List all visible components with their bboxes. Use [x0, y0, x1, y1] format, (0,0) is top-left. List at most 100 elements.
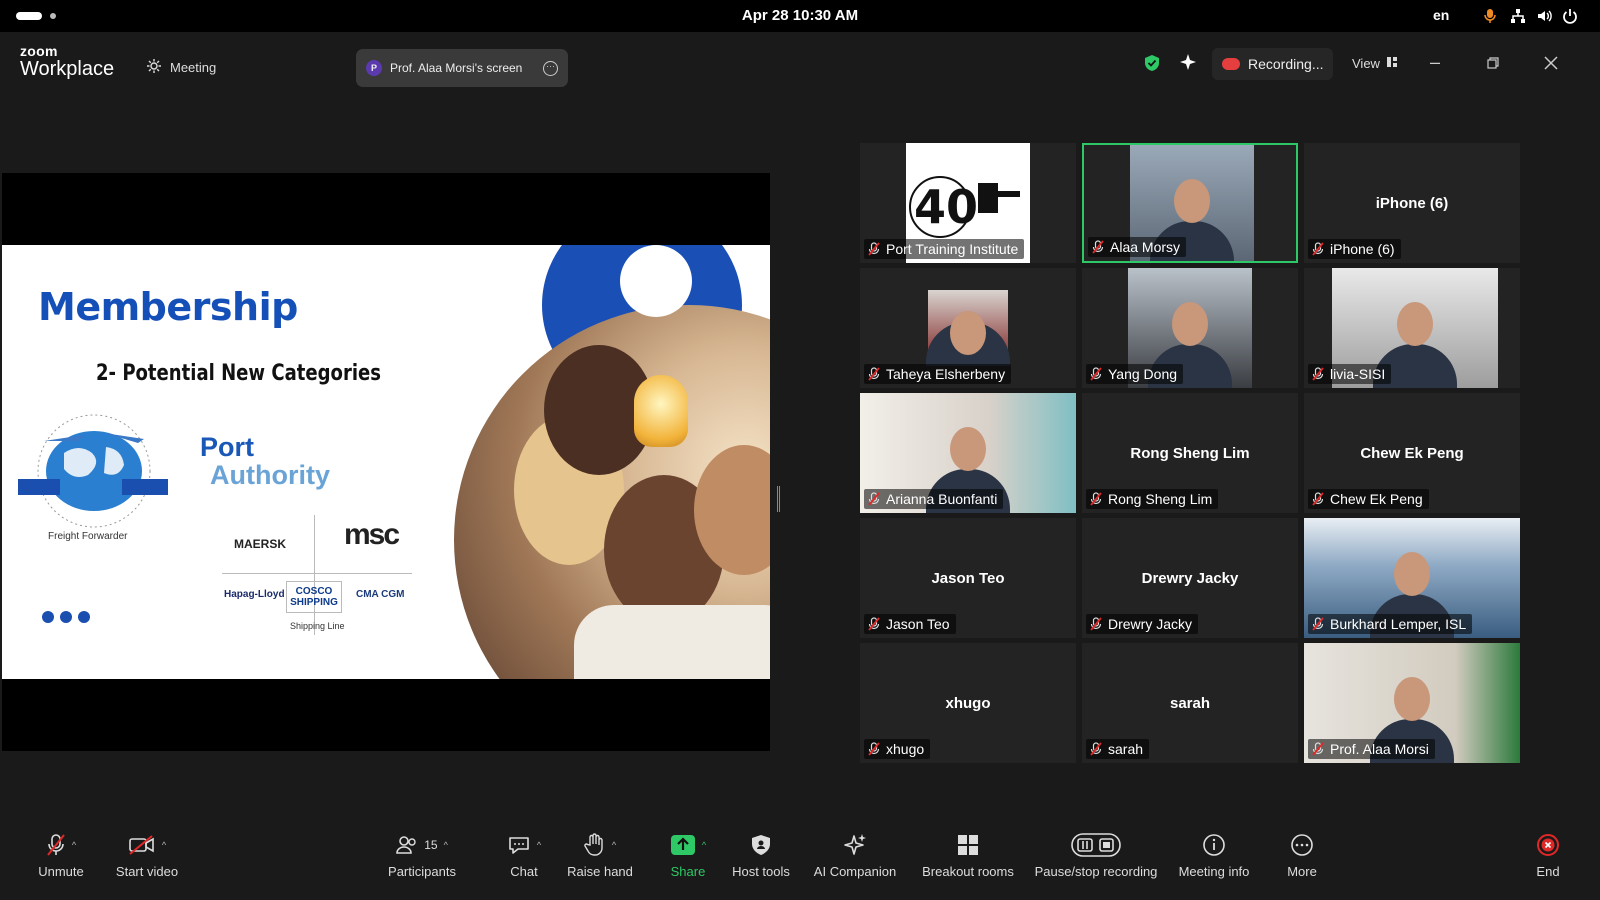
hapag-lloyd-logo: Hapag-Lloyd: [224, 589, 285, 600]
participant-tile[interactable]: xhugo xhugo: [860, 643, 1076, 763]
shared-screen-label: Prof. Alaa Morsi's screen: [390, 61, 523, 75]
os-clock[interactable]: Apr 28 10:30 AM: [0, 7, 1600, 24]
hand-icon: [584, 833, 603, 856]
end-x-icon: [1537, 834, 1559, 856]
pause-recording-button[interactable]: Pause/stop recording: [1034, 830, 1158, 879]
participant-name: xhugo: [886, 741, 925, 757]
chat-button[interactable]: ^ Chat: [496, 830, 552, 879]
port-authority-heading: Port Authority: [200, 433, 330, 489]
minimize-button[interactable]: –: [1430, 52, 1440, 73]
participant-name-tag: Jason Teo: [864, 614, 956, 634]
meeting-info-button[interactable]: Meeting info: [1172, 830, 1256, 879]
unmute-button[interactable]: ^ Unmute: [26, 830, 96, 879]
end-meeting-button[interactable]: End: [1530, 830, 1566, 879]
share-screen-icon: [670, 835, 695, 855]
participant-tile[interactable]: 40 Port Training Institute: [860, 143, 1076, 263]
chevron-up-icon[interactable]: ^: [72, 840, 76, 850]
meeting-tab-label: Meeting: [170, 60, 217, 75]
mic-muted-icon: [1090, 742, 1102, 756]
split-view-handle[interactable]: [777, 486, 780, 512]
participants-count: 15: [424, 838, 438, 852]
participant-name: Drewry Jacky: [1108, 616, 1193, 632]
encryption-shield-icon[interactable]: [1144, 54, 1160, 72]
volume-icon[interactable]: [1534, 6, 1554, 26]
participant-display-name: xhugo: [945, 695, 991, 712]
participant-tile[interactable]: Jason Teo Jason Teo: [860, 518, 1076, 638]
zoom-titlebar: zoom Workplace Meeting P Prof. Alaa Mors…: [0, 32, 1600, 100]
mic-muted-icon: [1312, 617, 1324, 631]
mic-muted-icon: [1090, 617, 1102, 631]
share-button[interactable]: ^ Share: [660, 830, 716, 879]
mic-muted-icon: [47, 834, 65, 856]
chevron-up-icon[interactable]: ^: [537, 840, 541, 850]
participant-tile[interactable]: Taheya Elsherbeny: [860, 268, 1076, 388]
participant-name: Arianna Buonfanti: [886, 491, 998, 507]
more-dots-icon: [1291, 834, 1313, 856]
participant-name-tag: Burkhard Lemper, ISL: [1308, 614, 1473, 634]
info-icon: [1203, 834, 1225, 856]
video-off-icon: [129, 835, 154, 855]
chat-icon: [509, 837, 529, 854]
participants-label: Participants: [388, 864, 456, 879]
participant-name: Burkhard Lemper, ISL: [1330, 616, 1467, 632]
keyboard-language[interactable]: en: [1433, 7, 1449, 23]
mic-muted-icon: [868, 492, 880, 506]
network-icon[interactable]: [1508, 6, 1528, 26]
mic-muted-icon: [868, 367, 880, 381]
participant-name: Yang Dong: [1108, 366, 1178, 382]
participant-tile[interactable]: Alaa Morsy: [1082, 143, 1298, 263]
power-icon[interactable]: [1560, 6, 1580, 26]
participant-tile[interactable]: Arianna Buonfanti: [860, 393, 1076, 513]
participant-name-tag: Alaa Morsy: [1088, 237, 1187, 257]
chevron-up-icon[interactable]: ^: [612, 840, 616, 850]
breakout-rooms-button[interactable]: Breakout rooms: [916, 830, 1020, 879]
participant-tile[interactable]: Yang Dong: [1082, 268, 1298, 388]
lightbulb-image: [634, 375, 688, 447]
participant-tile[interactable]: Burkhard Lemper, ISL: [1304, 518, 1520, 638]
port-authority-line2: Authority: [210, 460, 330, 490]
recording-indicator[interactable]: Recording...: [1212, 48, 1334, 80]
participant-tile[interactable]: Chew Ek Peng Chew Ek Peng: [1304, 393, 1520, 513]
chevron-up-icon[interactable]: ^: [702, 840, 706, 850]
raise-hand-button[interactable]: ^ Raise hand: [560, 830, 640, 879]
carrier-logos: MAERSK msc Hapag-Lloyd COSCO SHIPPING CM…: [222, 515, 412, 635]
slide-decor-inner: [620, 245, 692, 317]
ai-companion-label: AI Companion: [813, 864, 897, 879]
more-options-icon[interactable]: ···: [543, 60, 558, 76]
ai-sparkle-icon: [844, 834, 866, 855]
mic-muted-icon: [1092, 240, 1104, 254]
close-button[interactable]: [1544, 54, 1558, 75]
participant-video: [926, 290, 1010, 366]
host-tools-label: Host tools: [732, 864, 790, 879]
participant-name: Port Training Institute: [886, 241, 1019, 257]
participant-tile[interactable]: iPhone (6) iPhone (6): [1304, 143, 1520, 263]
participant-tile[interactable]: Drewry Jacky Drewry Jacky: [1082, 518, 1298, 638]
chevron-up-icon[interactable]: ^: [162, 840, 166, 850]
restore-button[interactable]: [1487, 56, 1499, 72]
mic-muted-icon: [1090, 367, 1102, 381]
meeting-gear-icon: [146, 58, 162, 77]
participant-tile[interactable]: Rong Sheng Lim Rong Sheng Lim: [1082, 393, 1298, 513]
start-video-button[interactable]: ^ Start video: [102, 830, 192, 879]
logo-bottom-text: Workplace: [20, 58, 115, 80]
shared-screen-pill[interactable]: P Prof. Alaa Morsi's screen ···: [356, 49, 568, 87]
ai-companion-button[interactable]: AI Companion: [808, 830, 902, 879]
presenter-avatar: P: [366, 60, 382, 76]
view-button[interactable]: View: [1352, 56, 1398, 71]
participant-tile[interactable]: sarah sarah: [1082, 643, 1298, 763]
microphone-in-use-icon[interactable]: [1480, 6, 1500, 26]
mic-muted-icon: [868, 617, 880, 631]
end-label: End: [1536, 864, 1560, 879]
mic-muted-icon: [1090, 492, 1102, 506]
participants-button[interactable]: 15 ^ Participants: [372, 830, 472, 879]
participant-name: Jason Teo: [886, 616, 950, 632]
participants-icon: [396, 836, 416, 854]
participant-tile[interactable]: livia-SISI: [1304, 268, 1520, 388]
sparkle-icon[interactable]: [1180, 54, 1196, 70]
meeting-tab[interactable]: Meeting: [146, 58, 216, 77]
participant-tile[interactable]: Prof. Alaa Morsi: [1304, 643, 1520, 763]
chevron-up-icon[interactable]: ^: [444, 840, 448, 850]
participant-name: iPhone (6): [1330, 241, 1395, 257]
host-tools-button[interactable]: Host tools: [726, 830, 796, 879]
more-button[interactable]: More: [1274, 830, 1330, 879]
